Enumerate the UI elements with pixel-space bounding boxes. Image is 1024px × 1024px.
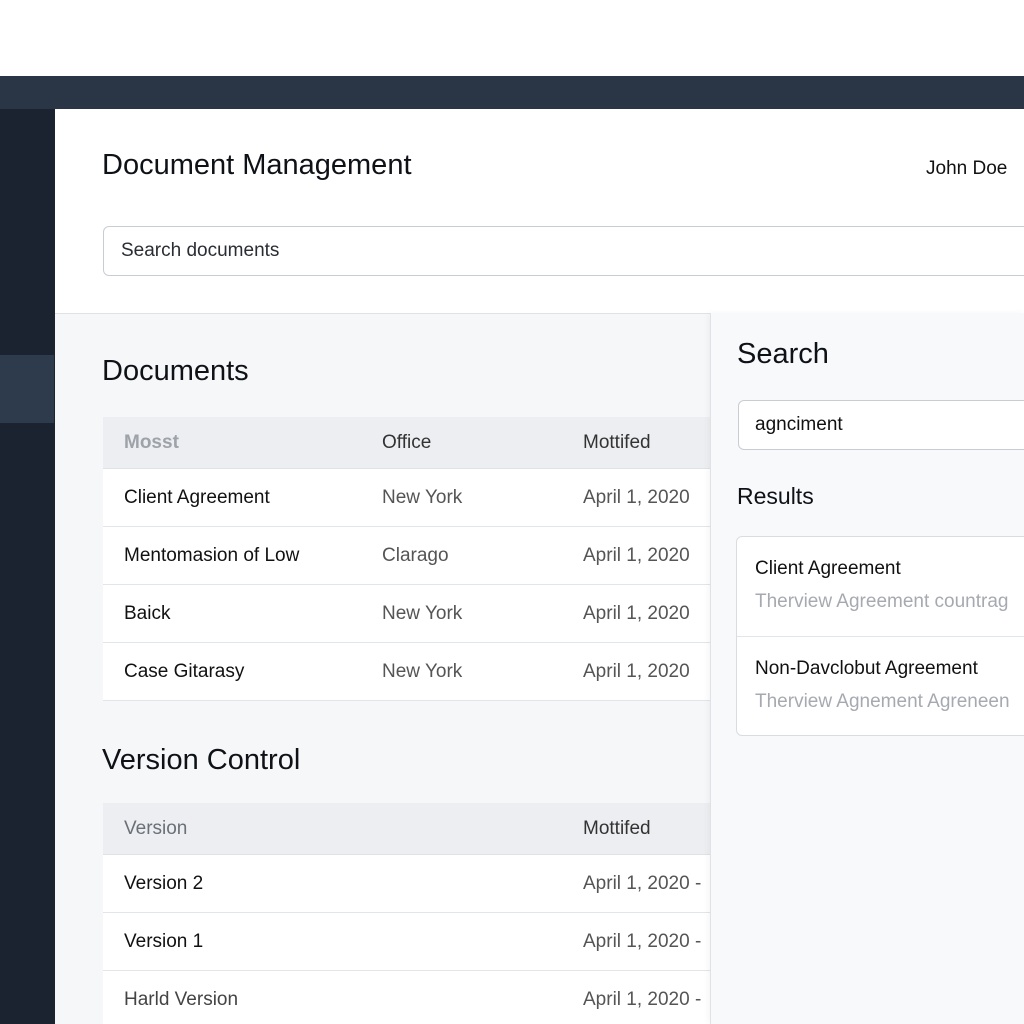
sidebar-item-active[interactable]: [0, 355, 54, 423]
document-name: Client Agreement: [124, 486, 270, 508]
document-office: New York: [382, 660, 463, 682]
results-list: Client Agreement Therview Agreement coun…: [736, 536, 1024, 736]
document-modified: April 1, 2020: [583, 544, 690, 566]
window-titlebar: [0, 76, 1024, 109]
result-item[interactable]: Client Agreement Therview Agreement coun…: [737, 537, 1024, 636]
column-header-office[interactable]: Office: [382, 417, 431, 468]
version-modified: April 1, 2020 -: [583, 930, 702, 952]
user-menu[interactable]: John Doe: [926, 158, 1007, 180]
search-input[interactable]: Search documents: [103, 226, 1024, 276]
column-header-mosst[interactable]: Mosst: [124, 417, 179, 468]
document-office: New York: [382, 486, 463, 508]
app-window: Document Management John Doe Search docu…: [0, 76, 1024, 1024]
documents-title: Documents: [102, 355, 249, 387]
results-title: Results: [737, 483, 814, 509]
column-header-version[interactable]: Version: [124, 803, 187, 854]
table-row[interactable]: Harld Version April 1, 2020 -: [103, 971, 723, 1024]
table-row[interactable]: Mentomasion of Low Clarago April 1, 2020: [103, 527, 723, 585]
document-office: New York: [382, 602, 463, 624]
version-modified: April 1, 2020 -: [583, 988, 702, 1010]
document-modified: April 1, 2020: [583, 602, 690, 624]
version-name: Harld Version: [124, 988, 239, 1010]
header: Document Management John Doe Search docu…: [55, 109, 1024, 314]
document-modified: April 1, 2020: [583, 486, 690, 508]
document-office: Clarago: [382, 544, 449, 566]
document-name: Baick: [124, 602, 171, 624]
table-row[interactable]: Version 1 April 1, 2020 -: [103, 913, 723, 971]
main-app: Document Management John Doe Search docu…: [55, 109, 1024, 1024]
column-header-modified[interactable]: Mottifed: [583, 417, 651, 468]
screen-top-margin: [0, 0, 1024, 76]
document-name: Mentomasion of Low: [124, 544, 300, 566]
document-modified: April 1, 2020: [583, 660, 690, 682]
version-table-header: Version Mottifed: [103, 803, 723, 855]
documents-table: Mosst Office Mottifed Client Agreement N…: [103, 417, 723, 701]
version-name: Version 2: [124, 872, 204, 894]
version-name: Version 1: [124, 930, 204, 952]
search-panel-title: Search: [737, 338, 829, 370]
version-control-title: Version Control: [102, 744, 301, 776]
search-query-value: agnciment: [755, 414, 843, 435]
table-row[interactable]: Baick New York April 1, 2020: [103, 585, 723, 643]
document-name: Case Gitarasy: [124, 660, 245, 682]
version-table: Version Mottifed Version 2 April 1, 2020…: [103, 803, 723, 1024]
page-title: Document Management: [102, 149, 412, 181]
table-row[interactable]: Client Agreement New York April 1, 2020: [103, 469, 723, 527]
result-title: Non-Davclobut Agreement: [755, 658, 978, 679]
table-row[interactable]: Version 2 April 1, 2020 -: [103, 855, 723, 913]
version-modified: April 1, 2020 -: [583, 872, 702, 894]
table-row[interactable]: Case Gitarasy New York April 1, 2020: [103, 643, 723, 701]
search-placeholder: Search documents: [121, 240, 280, 261]
sidebar: [0, 109, 54, 1024]
column-header-modified[interactable]: Mottifed: [583, 803, 651, 854]
result-item[interactable]: Non-Davclobut Agreement Therview Agnemen…: [737, 636, 1024, 735]
search-panel: Search agnciment Results Client Agreemen…: [710, 313, 1024, 1024]
result-snippet: Therview Agreement countrag: [755, 591, 1009, 612]
result-title: Client Agreement: [755, 558, 901, 579]
search-query-input[interactable]: agnciment: [738, 400, 1024, 450]
result-snippet: Therview Agnement Agreneen: [755, 691, 1010, 712]
documents-table-header: Mosst Office Mottifed: [103, 417, 723, 469]
